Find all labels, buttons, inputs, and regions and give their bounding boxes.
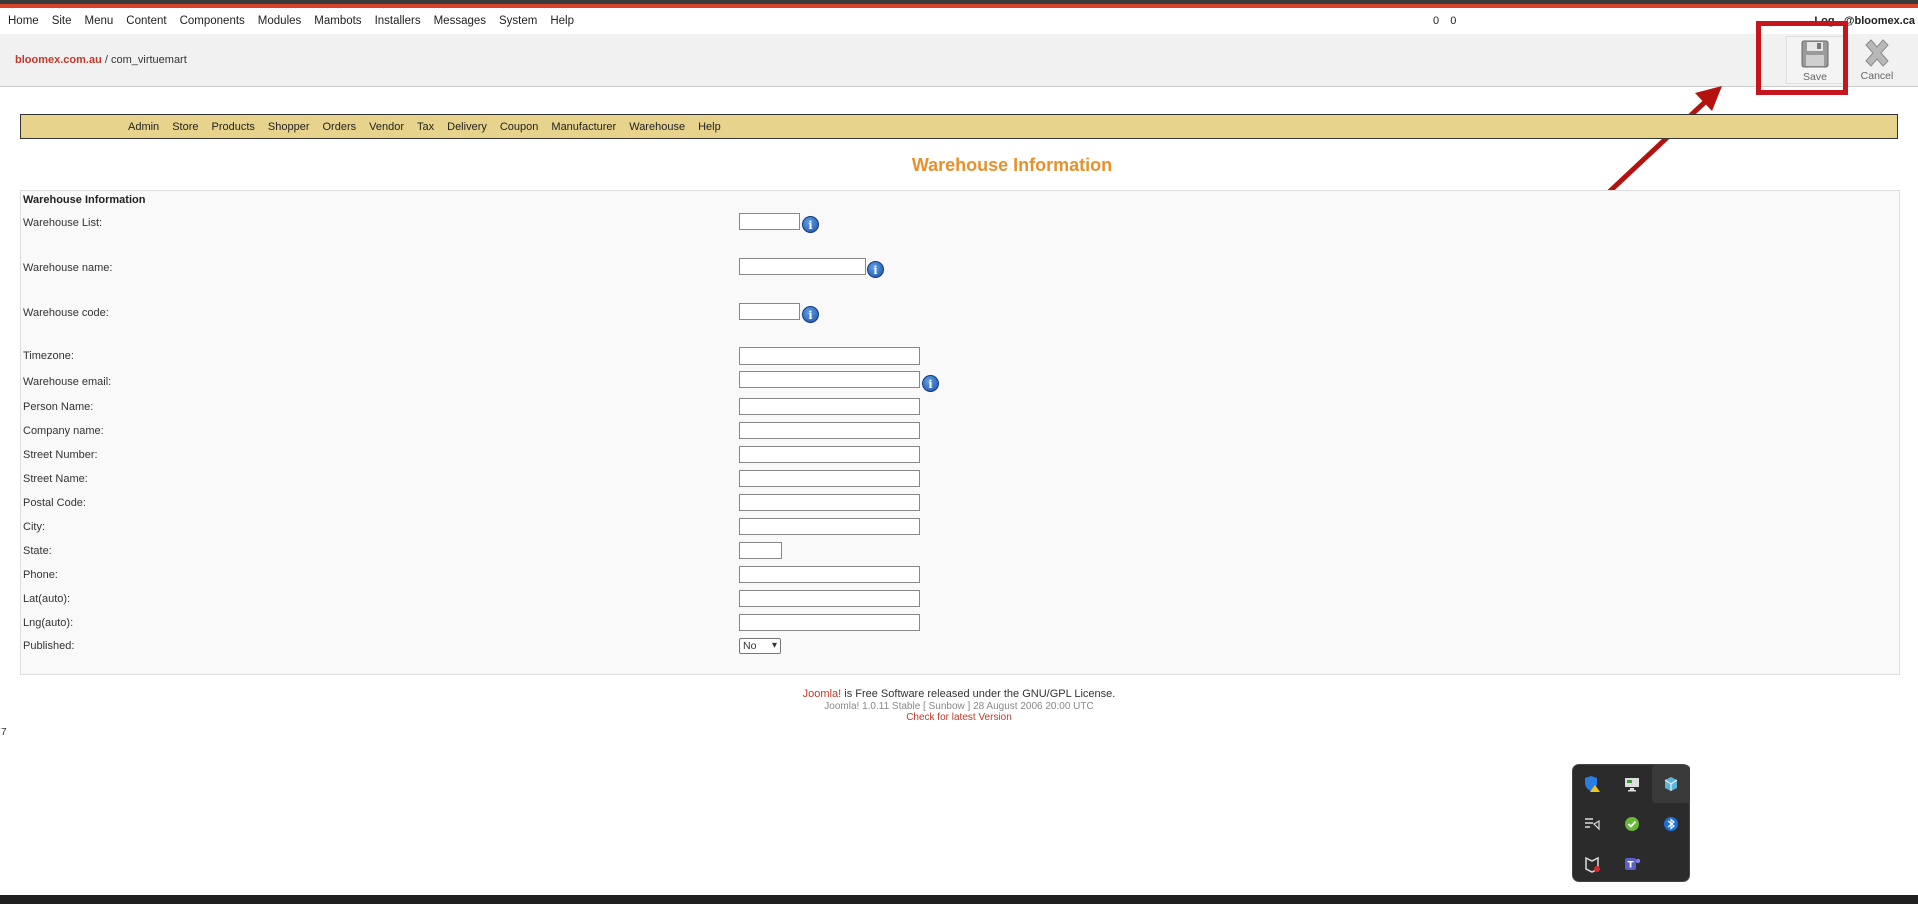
virtuemart-nav: Admin Store Products Shopper Orders Vend…	[20, 114, 1898, 139]
nav-delivery[interactable]: Delivery	[447, 121, 487, 133]
label-phone: Phone:	[23, 569, 58, 581]
label-lng: Lng(auto):	[23, 617, 74, 629]
street-number-input[interactable]	[739, 446, 920, 463]
nav-tax[interactable]: Tax	[417, 121, 434, 133]
info-icon[interactable]: i	[802, 306, 819, 323]
label-warehouse-list: Warehouse List:	[23, 217, 103, 229]
info-icon[interactable]: i	[802, 216, 819, 233]
person-name-input[interactable]	[739, 398, 920, 415]
label-street-number: Street Number:	[23, 449, 98, 461]
published-select[interactable]: No	[739, 638, 781, 654]
svg-text:T: T	[1628, 861, 1635, 871]
label-warehouse-name: Warehouse name:	[23, 262, 113, 274]
warehouse-list-input[interactable]	[739, 213, 800, 230]
label-warehouse-email: Warehouse email:	[23, 376, 112, 388]
lng-input[interactable]	[739, 614, 920, 631]
street-name-input[interactable]	[739, 470, 920, 487]
page-number: 7	[1, 727, 7, 738]
label-street-name: Street Name:	[23, 473, 88, 485]
label-lat: Lat(auto):	[23, 593, 71, 605]
label-published: Published:	[23, 640, 75, 652]
check-icon[interactable]	[1613, 805, 1651, 843]
timezone-input[interactable]	[739, 347, 920, 365]
taskbar	[0, 895, 1918, 904]
mcafee-icon[interactable]	[1573, 845, 1611, 883]
nav-warehouse[interactable]: Warehouse	[629, 121, 685, 133]
nav-help[interactable]: Help	[698, 121, 721, 133]
footer-license: Joomla! is Free Software released under …	[0, 688, 1918, 701]
check-version-link[interactable]: Check for latest Version	[0, 712, 1918, 724]
bluetooth-icon[interactable]	[1652, 805, 1690, 843]
label-city: City:	[23, 521, 45, 533]
warehouse-form	[20, 190, 1900, 675]
license-text: is Free Software released under the GNU/…	[841, 688, 1116, 700]
nav-admin[interactable]: Admin	[128, 121, 159, 133]
nav-coupon[interactable]: Coupon	[500, 121, 539, 133]
info-icon[interactable]: i	[922, 375, 939, 392]
label-timezone: Timezone:	[23, 350, 74, 362]
joomla-link[interactable]: Joomla!	[803, 688, 842, 700]
nav-products[interactable]: Products	[211, 121, 254, 133]
city-input[interactable]	[739, 518, 920, 535]
warehouse-code-input[interactable]	[739, 303, 800, 320]
nav-store[interactable]: Store	[172, 121, 198, 133]
nav-shopper[interactable]: Shopper	[268, 121, 310, 133]
shield-warning-icon[interactable]	[1573, 765, 1611, 803]
state-input[interactable]	[739, 542, 782, 559]
lat-input[interactable]	[739, 590, 920, 607]
form-section-title: Warehouse Information	[23, 194, 146, 206]
nav-vendor[interactable]: Vendor	[369, 121, 404, 133]
label-state: State:	[23, 545, 52, 557]
teams-icon[interactable]: T	[1613, 845, 1651, 883]
company-name-input[interactable]	[739, 422, 920, 439]
system-tray-popup: T	[1572, 764, 1690, 882]
nav-manufacturer[interactable]: Manufacturer	[551, 121, 616, 133]
cube-icon[interactable]	[1652, 765, 1690, 803]
label-postal-code: Postal Code:	[23, 497, 86, 509]
nav-orders[interactable]: Orders	[323, 121, 357, 133]
warehouse-email-input[interactable]	[739, 371, 920, 388]
media-list-icon[interactable]	[1573, 805, 1611, 843]
version-text: Joomla! 1.0.11 Stable [ Sunbow ] 28 Augu…	[824, 700, 1094, 712]
label-warehouse-code: Warehouse code:	[23, 307, 109, 319]
label-company-name: Company name:	[23, 425, 104, 437]
footer: Joomla! is Free Software released under …	[0, 688, 1918, 724]
phone-input[interactable]	[739, 566, 920, 583]
warehouse-name-input[interactable]	[739, 258, 866, 275]
page-title: Warehouse Information	[911, 155, 1113, 175]
info-icon[interactable]: i	[867, 261, 884, 278]
label-person-name: Person Name:	[23, 401, 94, 413]
display-icon[interactable]	[1613, 765, 1651, 803]
postal-code-input[interactable]	[739, 494, 920, 511]
